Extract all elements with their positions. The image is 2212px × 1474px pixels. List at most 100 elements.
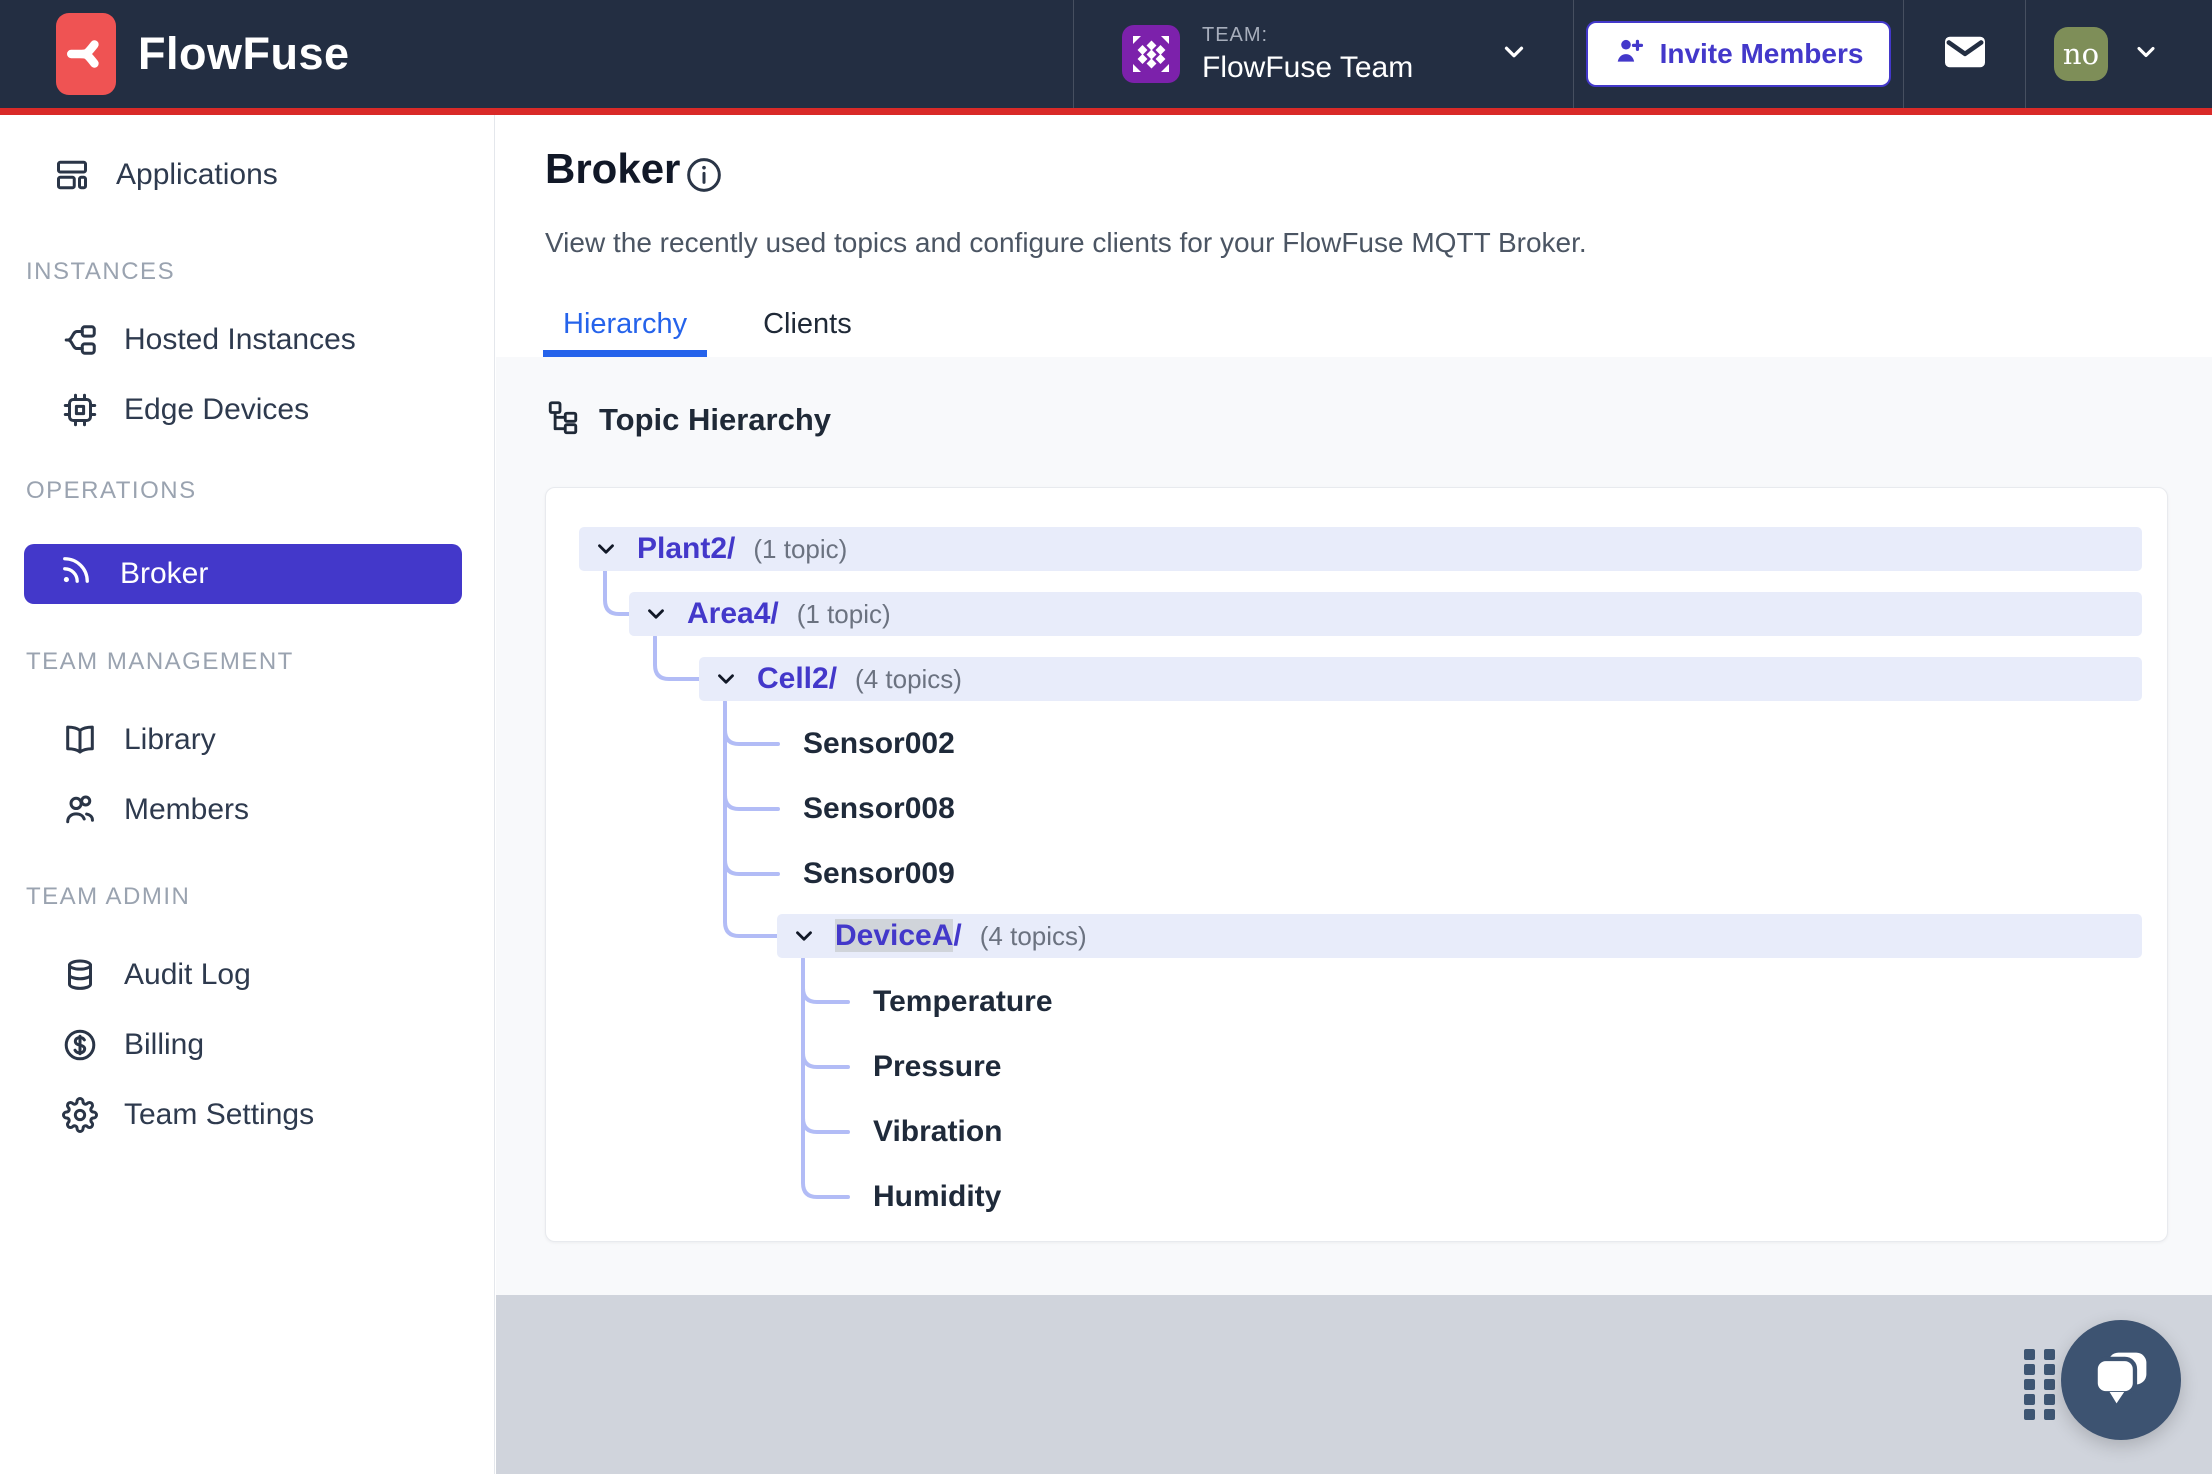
tree-leaf-sensor002[interactable]: Sensor002 [803,722,955,766]
sidebar-item-label: Billing [124,1028,205,1061]
tree-leaf-sensor009[interactable]: Sensor009 [803,852,955,896]
page-subtitle: View the recently used topics and config… [545,227,1587,258]
tab-hierarchy[interactable]: Hierarchy [543,308,708,357]
tree-leaf-humidity[interactable]: Humidity [873,1175,1001,1219]
chat-bubbles-icon [2088,1347,2154,1414]
sidebar-item-label: Broker [120,557,209,590]
invite-section: Invite Members [1573,0,1903,108]
main-content: Broker View the recently used topics and… [496,115,2212,1474]
tree-node-count: (1 topic) [796,598,891,629]
tree-node-devicea[interactable]: DeviceA/ (4 topics) [777,914,2142,958]
flowfuse-app: FlowFuse TEAM: FlowFuse Team Invite Memb… [0,0,2212,1474]
chevron-down-icon [718,674,734,684]
tree-leaf-label: Vibration [873,1115,1003,1148]
members-icon [62,792,98,828]
chat-button[interactable] [2061,1320,2181,1440]
billing-icon [62,1027,98,1063]
team-avatar [1122,25,1180,83]
tree-leaf-label: Pressure [873,1050,1002,1083]
sidebar-item-label: Members [124,793,250,826]
sidebar-section-operations: OPERATIONS [26,477,197,504]
user-menu[interactable]: no [2025,0,2212,108]
sidebar-item-team-settings[interactable]: Team Settings [0,1080,494,1150]
edge-devices-icon [62,392,98,428]
topic-hierarchy-header: Topic Hierarchy [545,399,831,440]
sidebar-item-audit-log[interactable]: Audit Log [0,940,494,1010]
invite-members-button[interactable]: Invite Members [1585,21,1892,87]
sidebar-item-label: Audit Log [124,958,251,991]
tree-node-count: (4 topics) [855,663,962,694]
brand-name: FlowFuse [138,28,350,79]
tree-leaf-label: Temperature [873,985,1053,1018]
tree-node-label: Area4/ [687,597,779,630]
user-plus-icon [1614,35,1646,74]
sidebar-item-label: Hosted Instances [124,323,356,356]
tree-node-area4[interactable]: Area4/ (1 topic) [629,592,2142,636]
sidebar-item-edge-devices[interactable]: Edge Devices [0,375,494,445]
tree-node-label: DeviceA/ [835,919,962,953]
topic-hierarchy-title: Topic Hierarchy [599,401,832,437]
hierarchy-tree-icon [545,399,581,440]
tree-node-plant2[interactable]: Plant2/ (1 topic) [579,527,2142,571]
tab-bar: Hierarchy Clients [543,308,872,357]
mail-section [1903,0,2025,108]
sidebar-item-billing[interactable]: Billing [0,1010,494,1080]
sidebar-item-label: Applications [116,158,278,191]
team-name: FlowFuse Team [1202,50,1414,84]
selected-text: DeviceA [835,919,954,952]
chevron-down-icon [598,544,614,554]
invite-members-label: Invite Members [1659,38,1864,69]
sidebar-nav: Applications INSTANCES Hosted Instances [0,115,495,1474]
tree-leaf-label: Sensor009 [803,857,955,890]
sidebar-item-label: Library [124,723,216,756]
sidebar-section-team-admin: TEAM ADMIN [26,883,191,910]
user-avatar: no [2054,27,2108,81]
user-chevron-down-icon [2132,38,2160,71]
sidebar-item-label: Edge Devices [124,393,310,426]
sidebar-item-library[interactable]: Library [0,705,494,775]
library-icon [62,722,98,758]
sidebar-item-members[interactable]: Members [0,775,494,845]
team-chevron-down-icon [1499,37,1529,72]
tree-leaf-vibration[interactable]: Vibration [873,1110,1002,1154]
hierarchy-panel: Topic Hierarchy Plant2/ (1 topic) Area4/… [496,357,2212,1295]
tree-node-label: Cell2/ [757,662,838,695]
chevron-down-icon [648,609,664,619]
bottom-band [496,1295,2212,1474]
applications-icon [54,157,90,193]
team-label: TEAM: [1202,23,1269,46]
brand-logo[interactable]: FlowFuse [0,0,1073,108]
tree-leaf-temperature[interactable]: Temperature [873,980,1053,1024]
gear-icon [62,1097,98,1133]
flowfuse-logo-icon [56,13,116,95]
tree-leaf-pressure[interactable]: Pressure [873,1045,1001,1089]
sidebar-item-broker[interactable]: Broker [24,544,462,604]
hosted-instances-icon [62,322,98,358]
page-header: Broker View the recently used topics and… [496,115,2212,357]
sidebar-section-instances: INSTANCES [26,258,176,285]
sidebar-item-applications[interactable]: Applications [0,140,494,210]
sidebar-item-hosted-instances[interactable]: Hosted Instances [0,305,494,375]
tree-node-count: (4 topics) [979,920,1087,951]
tab-clients[interactable]: Clients [743,308,872,357]
info-icon[interactable] [684,155,724,200]
top-navbar: FlowFuse TEAM: FlowFuse Team Invite Memb… [0,0,2212,108]
team-selector[interactable]: TEAM: FlowFuse Team [1073,0,1573,108]
sidebar-section-team-management: TEAM MANAGEMENT [26,648,294,675]
mail-icon[interactable] [1942,32,1988,77]
tree-node-label: Plant2/ [637,532,736,565]
page-title: Broker [545,145,681,192]
tree-node-count: (1 topic) [753,533,848,564]
label-suffix: / [953,919,962,952]
tree-node-cell2[interactable]: Cell2/ (4 topics) [699,657,2142,701]
drag-handle-icon[interactable] [2018,1345,2066,1426]
tree-leaf-label: Sensor008 [803,792,955,825]
broker-icon [58,552,94,596]
topic-tree-card: Plant2/ (1 topic) Area4/ (1 topic) Cell2… [545,487,2168,1242]
tree-leaf-sensor008[interactable]: Sensor008 [803,787,955,831]
tree-leaf-label: Sensor002 [803,727,955,760]
chevron-down-icon [796,931,812,941]
red-accent-line [0,108,2212,115]
tree-leaf-label: Humidity [873,1180,1002,1213]
audit-log-icon [62,957,98,993]
